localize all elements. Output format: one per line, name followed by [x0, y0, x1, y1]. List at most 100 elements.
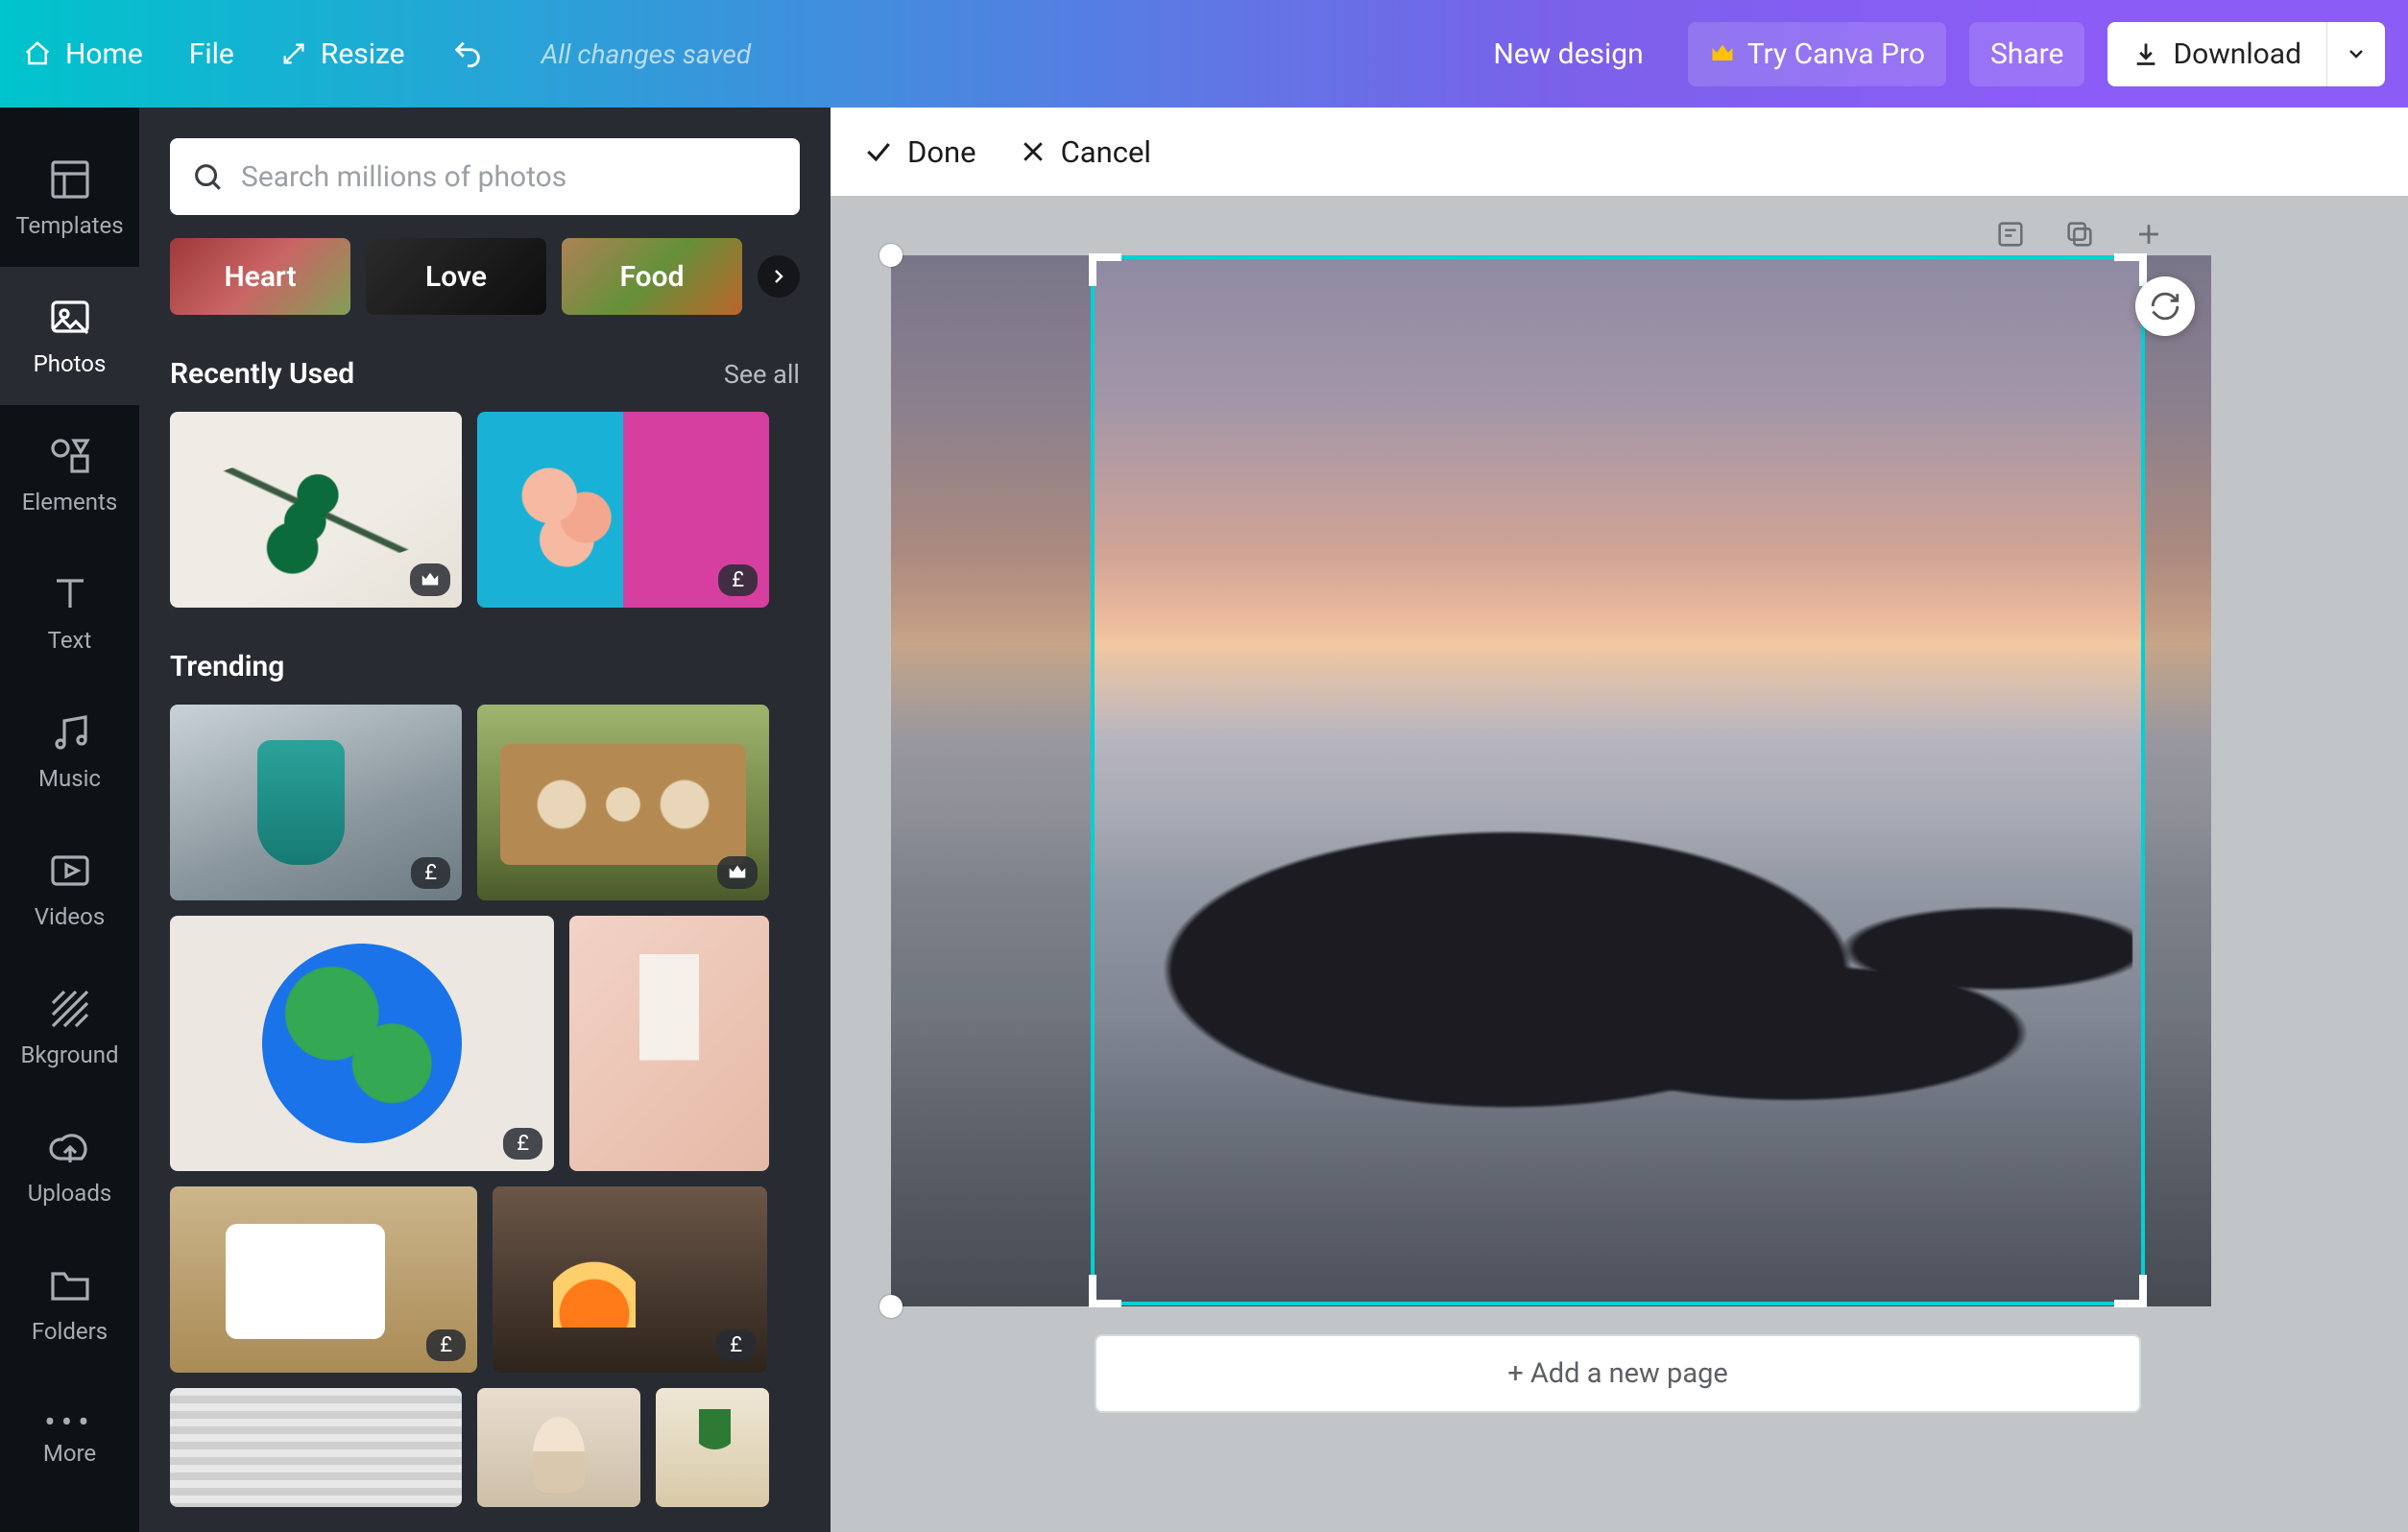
trending-thumb-5[interactable]: £ — [170, 1186, 477, 1373]
home-button[interactable]: Home — [23, 37, 143, 71]
crop-handle-tr[interactable] — [2114, 253, 2147, 286]
trending-thumb-3[interactable]: £ — [170, 916, 554, 1171]
chevron-down-icon — [2345, 42, 2368, 65]
add-new-page-label: + Add a new page — [1507, 1357, 1728, 1390]
rail-photos[interactable]: Photos — [0, 267, 139, 405]
photos-panel: Heart Love Food Recently Used See all £ — [139, 108, 831, 1532]
trending-thumb-9[interactable] — [656, 1388, 769, 1507]
done-button[interactable]: Done — [863, 134, 976, 170]
crown-icon — [1709, 40, 1736, 67]
search-input[interactable] — [241, 160, 779, 194]
add-page-button[interactable] — [2130, 215, 2168, 253]
rail-text[interactable]: Text — [0, 543, 139, 682]
home-icon — [23, 39, 52, 68]
trending-thumb-2[interactable] — [477, 705, 769, 900]
download-button[interactable]: Download — [2107, 22, 2326, 86]
download-group: Download — [2107, 22, 2385, 86]
undo-button[interactable] — [451, 37, 484, 70]
editor-area: Done Cancel — [831, 108, 2408, 1532]
rail-more-label: More — [43, 1440, 96, 1467]
category-food[interactable]: Food — [562, 238, 742, 315]
notes-icon — [1994, 218, 2027, 251]
trending-thumb-1[interactable]: £ — [170, 705, 462, 900]
add-new-page-bar[interactable]: + Add a new page — [1095, 1334, 2141, 1413]
top-menu-bar: Home File Resize All changes saved New d… — [0, 0, 2408, 108]
canvas[interactable]: + Add a new page — [831, 196, 2408, 1532]
notes-button[interactable] — [1991, 215, 2030, 253]
recently-used-header: Recently Used See all — [170, 357, 800, 391]
recent-thumb-flowers[interactable]: £ — [477, 412, 769, 608]
category-heart[interactable]: Heart — [170, 238, 350, 315]
category-love[interactable]: Love — [366, 238, 546, 315]
trending-title: Trending — [170, 650, 284, 683]
crown-icon — [727, 862, 748, 883]
selection-handle-tl[interactable] — [879, 244, 903, 267]
home-label: Home — [65, 37, 143, 71]
recently-used-grid: £ — [170, 412, 800, 608]
resize-icon — [280, 40, 307, 67]
resize-label: Resize — [321, 37, 405, 71]
rail-templates[interactable]: Templates — [0, 129, 139, 267]
rail-background[interactable]: Bkground — [0, 958, 139, 1096]
crop-handle-bl[interactable] — [1089, 1275, 1121, 1307]
collapse-panel-button[interactable] — [811, 837, 831, 952]
folders-icon — [47, 1262, 93, 1308]
rail-more[interactable]: ••• More — [0, 1373, 139, 1511]
recently-used-see-all[interactable]: See all — [724, 359, 800, 390]
category-row: Heart Love Food — [170, 238, 800, 315]
left-rail: Templates Photos Elements Text Music Vid… — [0, 108, 139, 1532]
rail-folders[interactable]: Folders — [0, 1234, 139, 1373]
resize-menu[interactable]: Resize — [280, 37, 405, 71]
file-label: File — [189, 37, 234, 71]
music-icon — [47, 709, 93, 755]
elements-icon — [47, 433, 93, 479]
duplicate-page-button[interactable] — [2060, 215, 2099, 253]
premium-badge — [410, 563, 450, 596]
download-more-button[interactable] — [2326, 22, 2385, 86]
category-scroll-right[interactable] — [758, 255, 800, 298]
search-icon — [191, 160, 224, 193]
crop-frame[interactable] — [1095, 259, 2141, 1302]
thumb-art — [656, 1388, 769, 1507]
close-icon — [1019, 137, 1047, 166]
thumb-art — [170, 916, 554, 1171]
refresh-image-button[interactable] — [2135, 276, 2195, 336]
download-icon — [2132, 40, 2159, 67]
rail-uploads[interactable]: Uploads — [0, 1096, 139, 1234]
rail-music-label: Music — [38, 765, 101, 792]
refresh-icon — [2149, 290, 2181, 323]
new-design-button[interactable]: New design — [1472, 22, 1664, 86]
selection-handle-bl[interactable] — [879, 1295, 903, 1318]
rail-templates-label: Templates — [15, 212, 123, 239]
rail-folders-label: Folders — [32, 1318, 108, 1345]
templates-icon — [47, 156, 93, 203]
topbar-right-group: New design Try Canva Pro Share Download — [1472, 22, 2385, 86]
rail-elements[interactable]: Elements — [0, 405, 139, 543]
photos-icon — [47, 295, 93, 341]
trending-thumb-6[interactable]: £ — [493, 1186, 767, 1373]
try-pro-button[interactable]: Try Canva Pro — [1688, 22, 1946, 86]
cancel-button[interactable]: Cancel — [1019, 134, 1151, 170]
category-love-label: Love — [425, 260, 487, 294]
recent-thumb-leaf[interactable] — [170, 412, 462, 608]
category-food-label: Food — [619, 260, 684, 294]
search-box[interactable] — [170, 138, 800, 215]
category-heart-label: Heart — [224, 260, 296, 294]
save-state-text: All changes saved — [542, 38, 752, 70]
trending-thumb-8[interactable] — [477, 1388, 640, 1507]
done-label: Done — [907, 134, 976, 170]
plus-icon — [2132, 218, 2165, 251]
price-badge: £ — [718, 564, 758, 596]
share-button[interactable]: Share — [1969, 22, 2084, 86]
rail-videos[interactable]: Videos — [0, 820, 139, 958]
crop-handle-br[interactable] — [2114, 1275, 2147, 1307]
trending-thumb-4[interactable] — [569, 916, 769, 1171]
trending-thumb-7[interactable] — [170, 1388, 462, 1507]
rail-music[interactable]: Music — [0, 682, 139, 820]
file-menu[interactable]: File — [189, 37, 234, 71]
rail-background-label: Bkground — [21, 1041, 119, 1068]
trending-header: Trending — [170, 650, 800, 683]
topbar-left-group: Home File Resize All changes saved — [23, 37, 751, 71]
try-pro-label: Try Canva Pro — [1747, 37, 1925, 71]
crop-handle-tl[interactable] — [1089, 253, 1121, 286]
